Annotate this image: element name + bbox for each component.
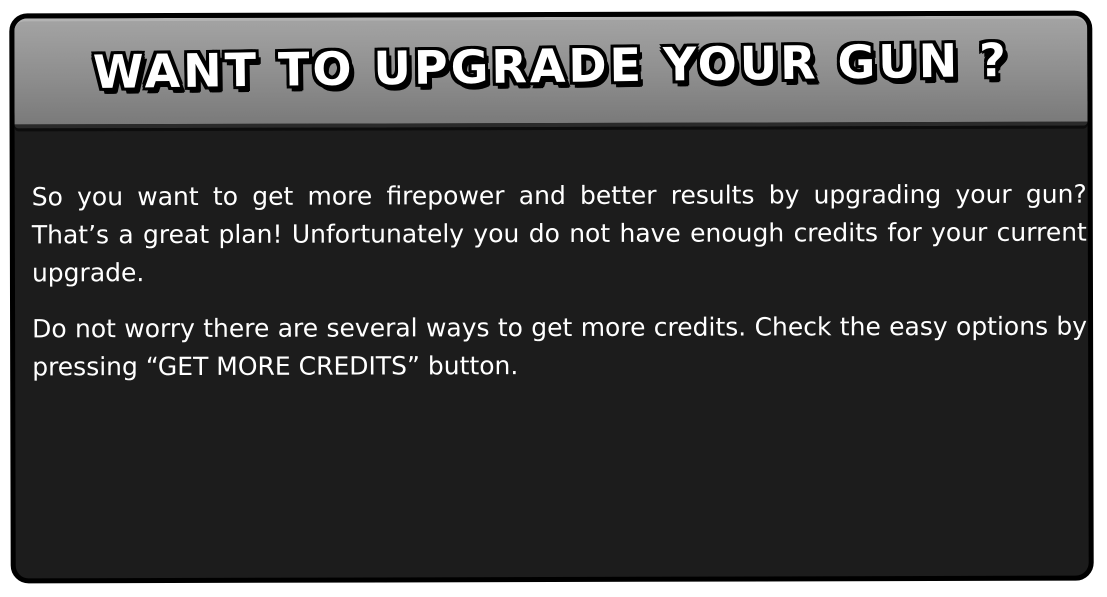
dialog-body: So you want to get more firepower and be… [32, 176, 1088, 405]
dialog-paragraph-insufficient-credits: So you want to get more firepower and be… [31, 179, 1087, 288]
dialog-title: WANT TO UPGRADE YOUR GUN ? [92, 33, 1010, 99]
upgrade-dialog: WANT TO UPGRADE YOUR GUN ? So you want t… [9, 10, 1094, 584]
dialog-paragraph-get-more-credits: Do not worry there are several ways to g… [32, 311, 1088, 382]
dialog-header: WANT TO UPGRADE YOUR GUN ? [14, 15, 1088, 129]
